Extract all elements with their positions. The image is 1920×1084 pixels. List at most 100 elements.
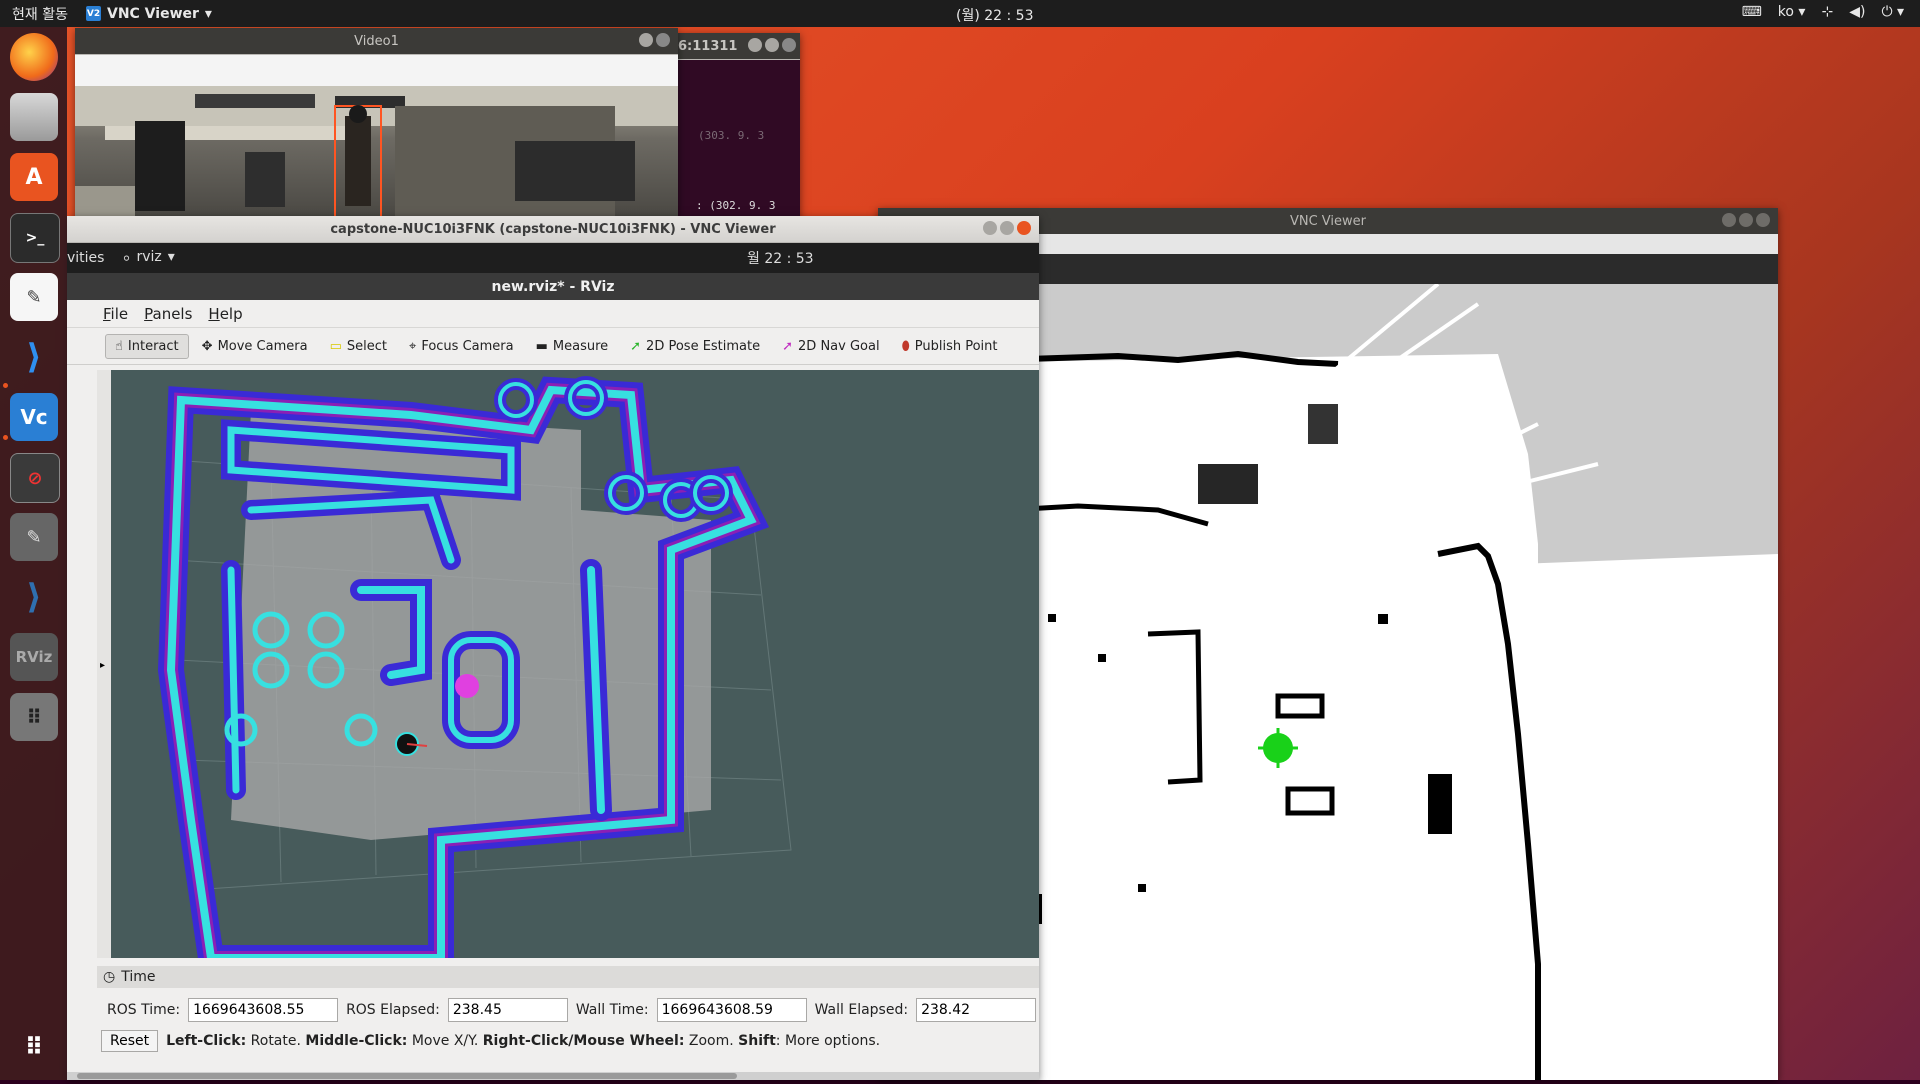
video-window: Video1 xyxy=(75,28,678,218)
terminal-titlebar[interactable]: 6:11311 xyxy=(678,33,800,60)
text-editor-icon[interactable]: ✎ xyxy=(10,273,58,321)
maximize-button[interactable] xyxy=(1000,221,1014,235)
expand-arrow-icon[interactable]: ▸ xyxy=(100,660,105,671)
close-button[interactable] xyxy=(1756,213,1770,227)
wall-time-label: Wall Time: xyxy=(575,1002,649,1018)
tool-interact[interactable]: ☝ Interact xyxy=(105,333,189,359)
help-middle-click-desc: Move X/Y. xyxy=(411,1033,479,1049)
menu-panels[interactable]: Panels xyxy=(144,305,192,323)
help-right-click-desc: Zoom. xyxy=(688,1033,734,1049)
vnc-viewer-title: VNC Viewer xyxy=(1289,213,1367,229)
tool-measure[interactable]: ▬ Measure xyxy=(527,335,618,358)
running-indicator xyxy=(3,435,8,440)
remote-topbar: vities ⸰ rviz ▾ 월 22 : 53 xyxy=(67,243,1039,273)
terminal-line: (303. 9. 3 xyxy=(698,129,765,142)
tool-select[interactable]: ▭ Select xyxy=(321,335,396,358)
minimize-button[interactable] xyxy=(748,38,762,52)
close-button[interactable] xyxy=(656,33,670,47)
clock[interactable]: (월) 22 : 53 xyxy=(956,5,1034,25)
vnc-viewer-icon[interactable]: Vc xyxy=(10,393,58,441)
chevron-down-icon: ▾ xyxy=(167,248,175,265)
tool-publish-point[interactable]: ⬮ Publish Point xyxy=(893,335,1007,358)
language-indicator[interactable]: ko ▾ xyxy=(1778,4,1806,20)
power-icon[interactable]: ⏻ ▾ xyxy=(1881,4,1904,20)
help-middle-click: Middle-Click: xyxy=(305,1033,408,1049)
tool-label: Move Camera xyxy=(217,338,308,354)
rviz-icon[interactable]: RViz xyxy=(10,633,58,681)
pose-estimate-icon: ➚ xyxy=(630,338,642,354)
ros-elapsed-label: ROS Elapsed: xyxy=(346,1002,440,1018)
reset-button[interactable]: Reset xyxy=(101,1030,159,1052)
collapsed-panel-strip[interactable]: ▸ xyxy=(97,370,111,958)
close-button[interactable] xyxy=(782,38,796,52)
tool-2d-nav-goal[interactable]: ➚ 2D Nav Goal xyxy=(773,335,888,358)
software-center-icon[interactable]: A xyxy=(10,153,58,201)
tool-label: Select xyxy=(346,338,387,354)
menu-file[interactable]: File xyxy=(103,305,128,323)
tool-label: 2D Nav Goal xyxy=(798,338,880,354)
ros-elapsed-field[interactable] xyxy=(447,998,568,1022)
terminal-icon[interactable]: >_ xyxy=(10,213,60,263)
remote-activities[interactable]: vities xyxy=(67,250,104,266)
rviz-vnc-titlebar[interactable]: capstone-NUC10i3FNK (capstone-NUC10i3FNK… xyxy=(67,216,1039,243)
minimize-button[interactable] xyxy=(1722,213,1736,227)
costmap-view xyxy=(157,376,792,958)
volume-icon[interactable]: ◀) xyxy=(1849,4,1865,20)
measure-icon: ▬ xyxy=(535,338,548,354)
select-icon: ▭ xyxy=(329,338,342,354)
help-left-click: Left-Click: xyxy=(166,1033,247,1049)
menu-bar: File Panels Help xyxy=(67,300,1039,328)
show-apps-icon[interactable]: ⠿ xyxy=(10,1023,58,1071)
vscode-icon[interactable]: ⟩ xyxy=(10,333,58,381)
camera-feed xyxy=(75,86,678,218)
vnc-viewer-icon: V2 xyxy=(85,6,101,21)
tool-label: Publish Point xyxy=(914,338,998,354)
running-indicator xyxy=(3,383,8,388)
focus-camera-icon: ⌖ xyxy=(408,338,417,354)
activities-button[interactable]: 현재 활동 xyxy=(12,4,68,24)
firefox-icon[interactable] xyxy=(10,33,58,81)
top-bar: 현재 활동 V2 VNC Viewer ▾ (월) 22 : 53 ⌨ ko ▾… xyxy=(0,0,1920,27)
time-row: ROS Time: ROS Elapsed: Wall Time: Wall E… xyxy=(97,988,1039,1022)
app-menu[interactable]: V2 VNC Viewer ▾ xyxy=(85,5,212,22)
help-row: Reset Left-Click: Rotate. Middle-Click: … xyxy=(97,1022,1039,1052)
terminal-line: : (302. 9. 3 xyxy=(696,199,776,212)
tool-label: Interact xyxy=(127,338,179,354)
maximize-button[interactable] xyxy=(765,38,779,52)
wall-elapsed-field[interactable] xyxy=(916,998,1037,1022)
goal-marker xyxy=(455,674,479,698)
wall-time-field[interactable] xyxy=(656,998,807,1022)
rviz-3d-viewport[interactable] xyxy=(111,370,1039,958)
remote-app-menu[interactable]: ⸰ rviz ▾ xyxy=(122,249,174,268)
help-text: Left-Click: Rotate. Middle-Click: Move X… xyxy=(166,1033,880,1049)
vscode-icon[interactable]: ⟩ xyxy=(10,573,58,621)
rviz-vnc-window: capstone-NUC10i3FNK (capstone-NUC10i3FNK… xyxy=(67,216,1039,1080)
files-icon[interactable] xyxy=(10,93,58,141)
unknown-app-icon[interactable]: ⊘ xyxy=(10,453,60,503)
ros-time-field[interactable] xyxy=(188,998,339,1022)
scrollbar-thumb[interactable] xyxy=(77,1073,737,1079)
video-titlebar[interactable]: Video1 xyxy=(75,28,678,55)
network-icon[interactable]: ⊹ xyxy=(1821,4,1833,20)
close-button[interactable] xyxy=(1017,221,1031,235)
tool-2d-pose-estimate[interactable]: ➚ 2D Pose Estimate xyxy=(621,335,769,358)
maximize-button[interactable] xyxy=(1739,213,1753,227)
menu-help[interactable]: Help xyxy=(208,305,242,323)
chevron-down-icon: ▾ xyxy=(204,5,212,22)
horizontal-scrollbar[interactable] xyxy=(67,1072,1039,1080)
help-right-click: Right-Click/Mouse Wheel: xyxy=(482,1033,685,1049)
minimize-button[interactable] xyxy=(639,33,653,47)
remote-clock[interactable]: 월 22 : 53 xyxy=(747,248,814,268)
wall-elapsed-label: Wall Elapsed: xyxy=(814,1002,909,1018)
rviz-title: new.rviz* - RViz xyxy=(67,273,1039,300)
tool-focus-camera[interactable]: ⌖ Focus Camera xyxy=(400,335,523,358)
minimize-button[interactable] xyxy=(983,221,997,235)
keyboard-icon[interactable]: ⌨ xyxy=(1742,4,1762,20)
app-name: VNC Viewer xyxy=(106,5,199,22)
tool-move-camera[interactable]: ✥ Move Camera xyxy=(193,335,317,358)
app-grid-icon[interactable]: ⠿ xyxy=(10,693,58,741)
text-editor-icon[interactable]: ✎ xyxy=(10,513,58,561)
rviz-toolbar: ☝ Interact ✥ Move Camera ▭ Select ⌖ Focu… xyxy=(67,328,1039,365)
tool-label: Focus Camera xyxy=(421,338,514,354)
rviz-small-icon: ⸰ xyxy=(122,250,131,267)
